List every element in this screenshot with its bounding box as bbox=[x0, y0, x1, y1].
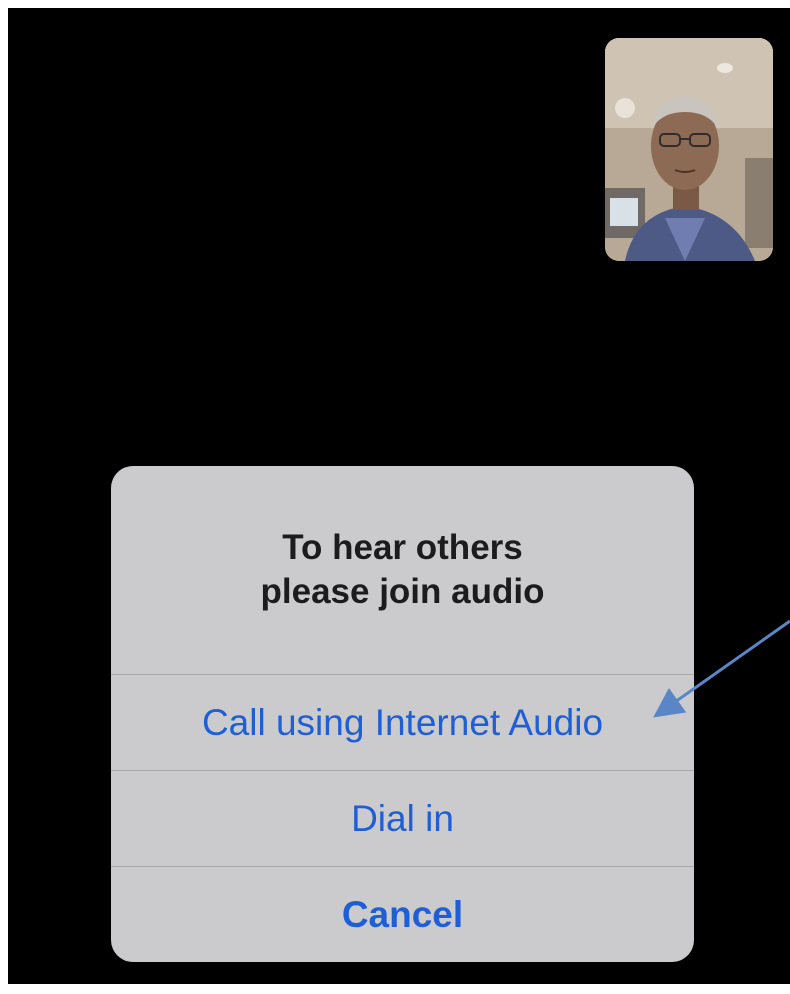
meeting-screen: To hear others please join audio Call us… bbox=[8, 8, 790, 984]
cancel-button[interactable]: Cancel bbox=[111, 867, 694, 962]
call-using-internet-audio-button[interactable]: Call using Internet Audio bbox=[111, 675, 694, 770]
dial-in-button[interactable]: Dial in bbox=[111, 771, 694, 866]
sheet-title-line-1: To hear others bbox=[282, 528, 523, 567]
sheet-title-line-2: please join audio bbox=[260, 572, 545, 611]
self-video-image bbox=[605, 38, 773, 261]
join-audio-sheet: To hear others please join audio Call us… bbox=[111, 466, 694, 962]
self-video-thumbnail[interactable] bbox=[605, 38, 773, 261]
sheet-title: To hear others please join audio bbox=[111, 466, 694, 674]
